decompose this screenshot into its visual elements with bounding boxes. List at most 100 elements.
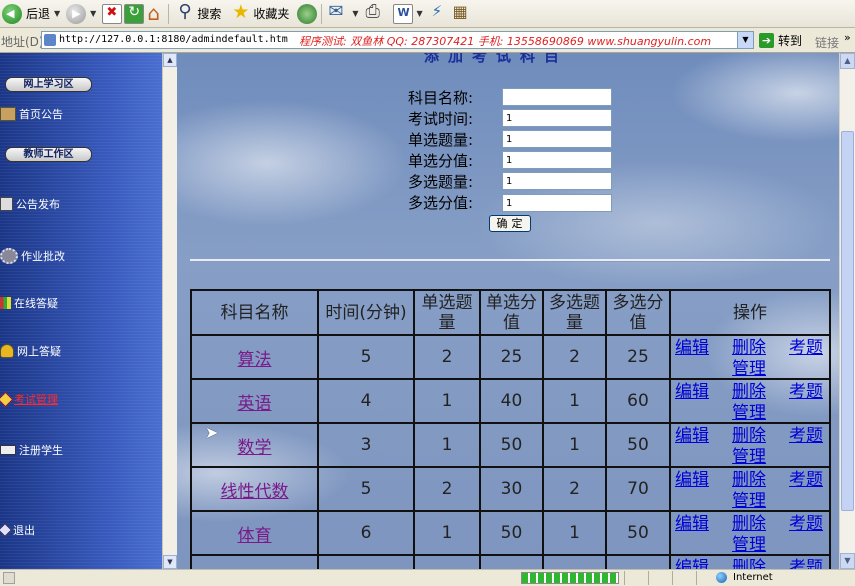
manage-link[interactable]: 管理 [732, 446, 766, 468]
exam-time-input[interactable] [502, 109, 612, 127]
sidebar-item-register-student[interactable]: 注册学生 [0, 442, 63, 458]
sidebar-item-exit[interactable]: 退出 [0, 522, 35, 538]
gear-icon [0, 248, 18, 264]
links-button[interactable]: 链接 [815, 34, 839, 51]
back-arrow-icon [2, 3, 22, 24]
single-score-label: 单选分值: [408, 152, 474, 170]
cell-actions: 编辑 删除 管理 考题 [669, 422, 831, 468]
go-button[interactable]: ➔ 转到 [759, 32, 802, 49]
subject-link[interactable]: 英语 [238, 394, 272, 414]
scroll-down-icon[interactable]: ▼ [163, 555, 177, 569]
edit-button[interactable]: ▼ [392, 2, 427, 26]
content-scrollbar[interactable]: ▲ ▼ [839, 53, 855, 569]
questions-link[interactable]: 考题 [789, 381, 823, 403]
submit-button[interactable]: 确定 [489, 215, 531, 232]
multi-score-input[interactable] [502, 194, 612, 212]
sidebar-item-web-qa[interactable]: 网上答疑 [0, 343, 61, 359]
search-icon [175, 1, 195, 24]
scroll-thumb[interactable] [841, 131, 854, 511]
media-button[interactable] [297, 2, 318, 26]
home-button[interactable] [146, 1, 164, 26]
subject-link[interactable]: 数学 [238, 438, 272, 458]
back-dropdown-icon[interactable]: ▼ [54, 9, 60, 18]
forward-dropdown-icon[interactable]: ▼ [90, 9, 96, 18]
search-button[interactable]: 搜索 [175, 1, 221, 26]
scroll-up-icon[interactable]: ▲ [163, 53, 177, 67]
edit-link[interactable]: 编辑 [675, 557, 709, 569]
cell-subject-name: 体育 [190, 510, 319, 556]
single-score-input[interactable] [502, 151, 612, 169]
favorites-button[interactable]: 收藏夹 [231, 1, 289, 26]
table-row: 数学 3 1 50 1 50 编辑 删除 管理 考题 [190, 422, 831, 468]
edit-dropdown-icon[interactable]: ▼ [417, 9, 423, 18]
cell-single-count: 1 [413, 422, 481, 468]
questions-link[interactable]: 考题 [789, 469, 823, 491]
edit-link[interactable]: 编辑 [675, 469, 709, 491]
cell-multi-count [542, 554, 607, 569]
address-label: 地址(D) [1, 35, 44, 49]
address-input[interactable]: http://127.0.0.1:8180/admindefault.htm 程… [41, 31, 754, 49]
manage-link[interactable]: 管理 [732, 490, 766, 512]
cell-multi-count: 2 [542, 334, 607, 380]
sidebar-item-announcement[interactable]: 公告发布 [0, 196, 60, 212]
subject-name-input[interactable] [502, 88, 612, 106]
delete-link[interactable]: 删除 [732, 337, 766, 359]
person-icon [0, 344, 14, 358]
sidebar-item-online-qa[interactable]: 在线答疑 [0, 295, 58, 311]
table-row: 线性代数 5 2 30 2 70 编辑 删除 管理 考题 [190, 466, 831, 512]
manage-link[interactable]: 管理 [732, 534, 766, 556]
research-button[interactable] [451, 2, 471, 26]
edit-link[interactable]: 编辑 [675, 425, 709, 447]
address-dropdown-icon[interactable]: ▼ [737, 32, 753, 48]
cell-time: 3 [317, 422, 415, 468]
messenger-button[interactable] [429, 2, 449, 26]
mail-button[interactable]: ▼ [328, 1, 362, 26]
scroll-down-icon[interactable]: ▼ [840, 553, 855, 569]
multi-score-label: 多选分值: [408, 194, 474, 212]
back-button[interactable]: 后退 ▼ [2, 2, 64, 26]
sidebar-item-label: 网上答疑 [17, 345, 61, 358]
cell-time: 5 [317, 466, 415, 512]
status-bar: Internet [0, 569, 855, 586]
manage-link[interactable]: 管理 [732, 358, 766, 380]
cell-time: 4 [317, 378, 415, 424]
sidebar-item-exam-manage[interactable]: 考试管理 [0, 391, 58, 407]
subject-link[interactable]: 线性代数 [221, 482, 289, 502]
edit-link[interactable]: 编辑 [675, 381, 709, 403]
questions-link[interactable]: 考题 [789, 337, 823, 359]
links-chevron-icon[interactable]: » [844, 31, 851, 44]
delete-link[interactable]: 删除 [732, 557, 766, 569]
edit-link[interactable]: 编辑 [675, 337, 709, 359]
sidebar-item-home-notice[interactable]: 首页公告 [0, 106, 63, 122]
sidebar-scrollbar[interactable]: ▲ ▼ [162, 53, 177, 569]
delete-link[interactable]: 删除 [732, 425, 766, 447]
header-time: 时间(分钟) [317, 289, 415, 336]
print-button[interactable] [365, 1, 385, 26]
sidebar-item-label: 首页公告 [19, 108, 63, 121]
edit-link[interactable]: 编辑 [675, 513, 709, 535]
questions-link[interactable]: 考题 [789, 557, 823, 569]
page-status-icon [3, 572, 15, 584]
cell-multi-count: 1 [542, 378, 607, 424]
questions-link[interactable]: 考题 [789, 425, 823, 447]
delete-link[interactable]: 删除 [732, 381, 766, 403]
subject-link[interactable]: 算法 [238, 350, 272, 370]
cell-multi-score [605, 554, 671, 569]
delete-link[interactable]: 删除 [732, 513, 766, 535]
mail-dropdown-icon[interactable]: ▼ [352, 9, 358, 18]
cell-single-score: 50 [479, 510, 544, 556]
stop-button[interactable] [102, 2, 123, 26]
questions-link[interactable]: 考题 [789, 513, 823, 535]
manage-link[interactable]: 管理 [732, 402, 766, 424]
sidebar-item-homework[interactable]: 作业批改 [0, 248, 65, 264]
single-count-input[interactable] [502, 130, 612, 148]
scroll-up-icon[interactable]: ▲ [840, 53, 855, 69]
subject-link[interactable]: 体育 [238, 526, 272, 546]
forward-button[interactable]: ▼ [66, 2, 100, 26]
sidebar-item-label: 退出 [13, 524, 35, 537]
refresh-button[interactable] [124, 2, 145, 26]
home-icon [146, 1, 164, 25]
cell-actions: 编辑 删除 考题 [669, 554, 831, 569]
delete-link[interactable]: 删除 [732, 469, 766, 491]
multi-count-input[interactable] [502, 172, 612, 190]
